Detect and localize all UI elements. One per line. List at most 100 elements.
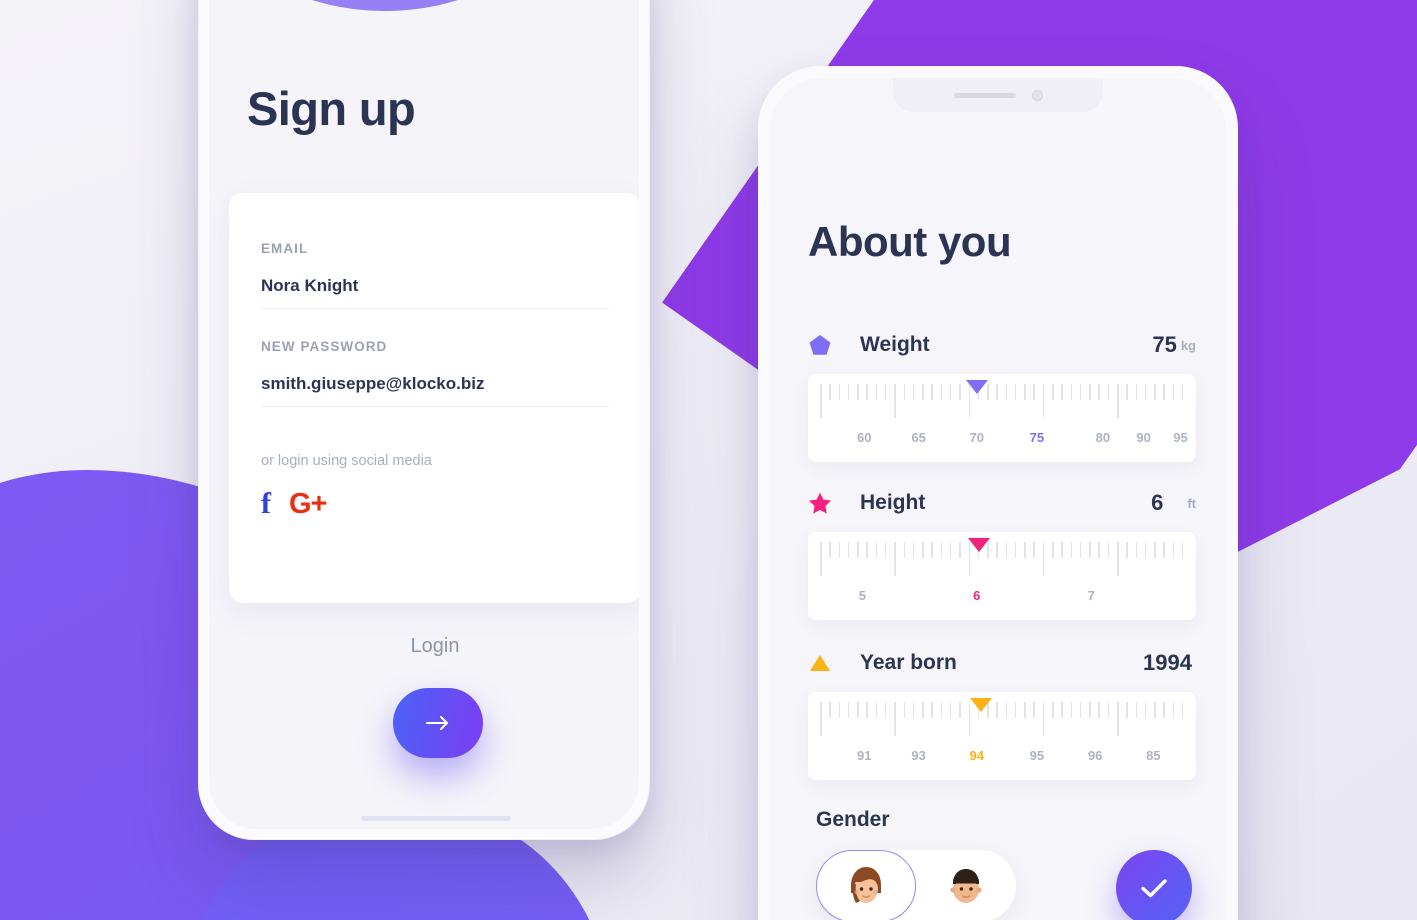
google-plus-icon[interactable]: G+ [289, 489, 327, 519]
ruler-tick [922, 542, 924, 558]
metric-header: Weight 75 kg [808, 330, 1196, 360]
password-label: NEW PASSWORD [261, 339, 388, 354]
ruler-tick [847, 384, 850, 400]
ruler-tick [1144, 542, 1147, 558]
ruler-tick [1181, 702, 1184, 718]
signup-screen: Sign up EMAIL NEW PASSWORD or login usin… [209, 0, 639, 829]
weight-ruler[interactable]: 60 65 70 75 80 90 95 [808, 374, 1196, 462]
ruler-marker[interactable] [965, 380, 988, 394]
ruler-label: 94 [969, 748, 984, 763]
ruler-label: 70 [969, 430, 984, 445]
metric-height: Height 6 ft 5 6 7 [808, 488, 1196, 620]
ruler-tick [1107, 702, 1110, 718]
ruler-tick [1033, 542, 1035, 558]
ruler-tick [931, 384, 933, 400]
ruler-tick [1042, 542, 1045, 576]
ruler-tick [1126, 384, 1128, 400]
ruler-ticks [820, 384, 1184, 424]
ruler-tick [959, 384, 961, 400]
ruler-tick [1005, 542, 1008, 558]
ruler-tick [1014, 542, 1017, 558]
ruler-tick [1079, 542, 1082, 558]
ruler-tick [1033, 702, 1035, 718]
ruler-label: 95 [1173, 430, 1188, 445]
ruler-tick [820, 384, 822, 418]
ruler-tick [931, 542, 933, 558]
ruler-tick [912, 702, 915, 718]
ruler-tick [857, 384, 859, 400]
ruler-tick [996, 384, 998, 400]
ruler-label: 95 [1029, 748, 1045, 763]
ruler-tick [903, 542, 906, 558]
decor-purple-blob [209, 0, 569, 11]
ruler-label: 91 [857, 748, 872, 763]
ruler-tick [1172, 702, 1175, 718]
ruler-ticks [820, 702, 1184, 742]
ruler-tick [1163, 542, 1165, 558]
arrow-right-icon [426, 716, 448, 730]
ruler-marker[interactable] [967, 538, 990, 552]
ruler-tick [1154, 542, 1156, 558]
ruler-tick [1005, 702, 1008, 718]
ruler-tick [884, 542, 887, 558]
home-indicator [361, 816, 511, 821]
ruler-tick [1135, 702, 1138, 718]
ruler-tick [894, 542, 896, 576]
ruler-tick [1070, 384, 1073, 400]
ruler-tick [1154, 384, 1156, 400]
ruler-label: 80 [1095, 430, 1111, 445]
ruler-label: 75 [1029, 430, 1045, 445]
ruler-tick [1107, 542, 1110, 558]
ruler-tick [857, 702, 859, 718]
ruler-tick [1089, 542, 1091, 558]
ruler-tick [959, 542, 961, 558]
male-avatar [950, 869, 982, 903]
facebook-icon[interactable]: f [261, 489, 271, 519]
metric-header: Height 6 ft [808, 488, 1196, 518]
ruler-tick [1163, 384, 1165, 400]
ruler-tick [838, 542, 841, 558]
email-input[interactable] [261, 276, 609, 309]
ruler-tick [1144, 384, 1147, 400]
metric-value: 6 [1151, 490, 1164, 515]
ruler-tick [866, 542, 868, 558]
ruler-tick [949, 542, 952, 558]
confirm-button[interactable] [1116, 850, 1192, 920]
ruler-tick [1126, 702, 1128, 718]
ruler-tick [838, 384, 841, 400]
ruler-tick [1070, 542, 1073, 558]
ruler-tick [1052, 702, 1054, 718]
next-button[interactable] [393, 688, 483, 758]
ruler-tick [820, 542, 822, 576]
metric-value: 75 [1152, 332, 1177, 357]
gender-option-female[interactable] [816, 850, 916, 920]
metric-label: Height [860, 491, 926, 514]
ruler-label: 5 [858, 588, 866, 603]
phone-mockup-about: About you Weight 75 kg 60 65 70 75 80 90 95 [758, 66, 1238, 920]
ruler-tick [866, 702, 868, 718]
ruler-tick [838, 702, 841, 718]
female-avatar [851, 867, 881, 903]
ruler-tick [1042, 702, 1045, 736]
year-ruler[interactable]: 91 93 94 95 96 85 [808, 692, 1196, 780]
ruler-tick [903, 702, 906, 718]
ruler-tick [847, 542, 850, 558]
ruler-tick [1117, 542, 1119, 576]
star-icon [809, 492, 831, 514]
password-input[interactable] [261, 374, 609, 407]
ruler-tick [1172, 384, 1175, 400]
height-ruler[interactable]: 5 6 7 [808, 532, 1196, 620]
ruler-tick [847, 702, 850, 718]
ruler-marker[interactable] [969, 698, 992, 712]
ruler-tick [922, 384, 924, 400]
ruler-tick [1098, 702, 1100, 718]
login-link[interactable]: Login [209, 635, 639, 658]
metric-unit: kg [1180, 337, 1196, 353]
gender-option-male[interactable] [916, 850, 1016, 920]
ruler-tick [940, 384, 943, 400]
ruler-tick [949, 384, 952, 400]
ruler-tick [894, 702, 896, 736]
ruler-tick [1181, 384, 1184, 400]
about-screen: About you Weight 75 kg 60 65 70 75 80 90 95 [770, 78, 1226, 920]
ruler-tick [903, 384, 906, 400]
